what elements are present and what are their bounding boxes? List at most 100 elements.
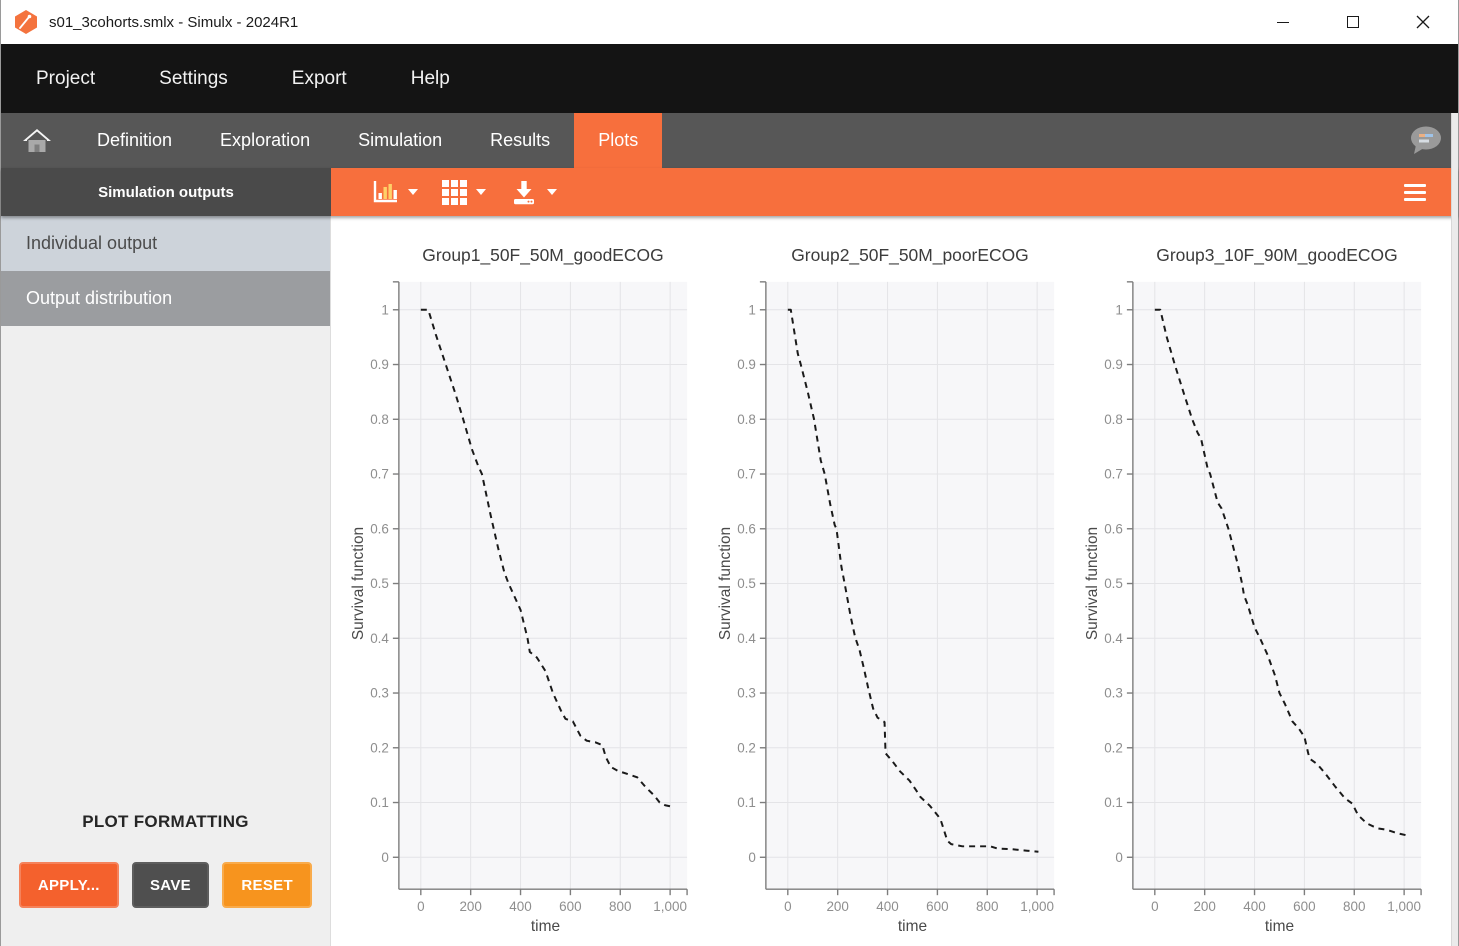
menu-item-export[interactable]: Export — [290, 62, 349, 96]
tab-exploration[interactable]: Exploration — [196, 113, 334, 168]
plot-panel-group2[interactable]: 00.10.20.30.40.50.60.70.80.9102004006008… — [718, 240, 1085, 946]
x-tick-label: 0 — [784, 899, 791, 914]
y-tick-label: 0 — [1115, 850, 1122, 865]
y-tick-label: 1 — [381, 302, 388, 317]
x-tick-label: 400 — [876, 899, 898, 914]
plot-panel-group1[interactable]: 00.10.20.30.40.50.60.70.80.9102004006008… — [351, 240, 718, 946]
y-tick-label: 0.4 — [370, 631, 389, 646]
y-tick-label: 0.4 — [737, 631, 756, 646]
tab-plots[interactable]: Plots — [574, 113, 662, 168]
x-axis-label: time — [531, 918, 560, 935]
plot-formatting-title: PLOT FORMATTING — [1, 812, 330, 832]
y-tick-label: 0.9 — [737, 357, 756, 372]
content-area: Individual output Output distribution PL… — [1, 216, 1458, 946]
y-tick-label: 0.6 — [1104, 521, 1123, 536]
reset-button[interactable]: RESET — [222, 862, 312, 908]
close-button[interactable] — [1388, 0, 1458, 44]
plot-title: Group1_50F_50M_goodECOG — [422, 245, 663, 266]
y-tick-label: 0.1 — [737, 795, 756, 810]
plots-toolbar — [331, 168, 1458, 216]
y-axis-label: Survival function — [1085, 527, 1101, 640]
y-tick-label: 0.5 — [737, 576, 756, 591]
y-tick-label: 0 — [748, 850, 755, 865]
y-tick-label: 0.5 — [1104, 576, 1123, 591]
y-tick-label: 0.8 — [737, 412, 756, 427]
x-tick-label: 1,000 — [1020, 899, 1054, 914]
navbar: Definition Exploration Simulation Result… — [1, 113, 1458, 168]
y-axis-label: Survival function — [718, 527, 734, 640]
y-tick-label: 0.2 — [370, 740, 389, 755]
y-tick-label: 0.8 — [1104, 412, 1123, 427]
home-button[interactable] — [1, 113, 73, 168]
apply-button[interactable]: APPLY... — [19, 862, 119, 908]
simulx-logo-icon — [13, 9, 39, 35]
plot-panel-group3[interactable]: 00.10.20.30.40.50.60.70.80.9102004006008… — [1085, 240, 1452, 946]
plot-formatting-section: PLOT FORMATTING APPLY... SAVE RESET — [1, 812, 330, 946]
y-tick-label: 0.6 — [370, 521, 389, 536]
y-axis-label: Survival function — [351, 527, 367, 640]
app-icon — [13, 9, 39, 35]
grid-layout-icon — [442, 180, 467, 205]
submenu-row: Simulation outputs — [1, 168, 1458, 216]
y-tick-label: 0.4 — [1104, 631, 1123, 646]
y-tick-label: 0.7 — [737, 467, 756, 482]
sidebar-header: Simulation outputs — [1, 168, 331, 216]
x-tick-label: 600 — [926, 899, 948, 914]
menu-item-project[interactable]: Project — [34, 62, 97, 96]
plot-type-button[interactable] — [369, 175, 420, 209]
x-tick-label: 800 — [976, 899, 998, 914]
x-tick-label: 200 — [459, 899, 481, 914]
plot-background — [766, 282, 1054, 889]
x-tick-label: 0 — [1151, 899, 1158, 914]
chevron-down-icon — [476, 189, 486, 195]
y-tick-label: 0.7 — [1104, 467, 1123, 482]
chevron-down-icon — [408, 189, 418, 195]
plots-menu-button[interactable] — [1402, 180, 1458, 205]
download-icon — [510, 179, 538, 206]
x-tick-label: 800 — [1343, 899, 1365, 914]
survival-plot[interactable]: 00.10.20.30.40.50.60.70.80.9102004006008… — [1085, 240, 1452, 946]
minimize-icon — [1277, 22, 1289, 23]
app-window: s01_3cohorts.smlx - Simulx - 2024R1 Proj… — [0, 0, 1459, 946]
export-plots-button[interactable] — [508, 175, 559, 210]
y-tick-label: 0.3 — [737, 686, 756, 701]
plot-background — [1133, 282, 1421, 889]
y-tick-label: 0.2 — [1104, 740, 1123, 755]
plot-title: Group3_10F_90M_goodECOG — [1156, 245, 1397, 266]
y-tick-label: 1 — [748, 302, 755, 317]
plot-background — [399, 282, 687, 889]
x-tick-label: 800 — [609, 899, 631, 914]
feedback-button[interactable] — [1392, 113, 1458, 168]
tab-definition[interactable]: Definition — [73, 113, 196, 168]
x-tick-label: 200 — [826, 899, 848, 914]
grid-layout-button[interactable] — [440, 176, 488, 209]
save-button[interactable]: SAVE — [132, 862, 210, 908]
x-tick-label: 400 — [509, 899, 531, 914]
scrollbar-track[interactable] — [1451, 113, 1458, 946]
home-icon — [22, 127, 52, 155]
sidebar-item-individual-output[interactable]: Individual output — [1, 216, 330, 271]
minimize-button[interactable] — [1248, 0, 1318, 44]
menu-item-help[interactable]: Help — [409, 62, 452, 96]
x-axis-label: time — [898, 918, 927, 935]
menu-item-settings[interactable]: Settings — [157, 62, 230, 96]
x-tick-label: 400 — [1243, 899, 1265, 914]
plot-formatting-buttons: APPLY... SAVE RESET — [1, 862, 330, 908]
y-tick-label: 0.5 — [370, 576, 389, 591]
sidebar-item-output-distribution[interactable]: Output distribution — [1, 271, 330, 326]
maximize-button[interactable] — [1318, 0, 1388, 44]
plots-area: 0 0.1 0.2 0.3 0.4 0.5 0.6 0.7 0.8 0.9 1 0 200 400 600 8… — [331, 216, 1458, 946]
tab-simulation[interactable]: Simulation — [334, 113, 466, 168]
y-tick-label: 0 — [381, 850, 388, 865]
y-tick-label: 0.2 — [737, 740, 756, 755]
titlebar: s01_3cohorts.smlx - Simulx - 2024R1 — [1, 0, 1458, 44]
hamburger-menu-icon — [1404, 184, 1426, 201]
tab-results[interactable]: Results — [466, 113, 574, 168]
survival-plot[interactable]: 00.10.20.30.40.50.60.70.80.9102004006008… — [718, 240, 1085, 946]
navbar-spacer — [662, 113, 1392, 168]
bar-chart-icon — [371, 179, 399, 205]
y-tick-label: 0.8 — [370, 412, 389, 427]
survival-plot[interactable]: 00.10.20.30.40.50.60.70.80.9102004006008… — [351, 240, 718, 946]
plot-title: Group2_50F_50M_poorECOG — [791, 245, 1028, 266]
y-tick-label: 0.9 — [1104, 357, 1123, 372]
